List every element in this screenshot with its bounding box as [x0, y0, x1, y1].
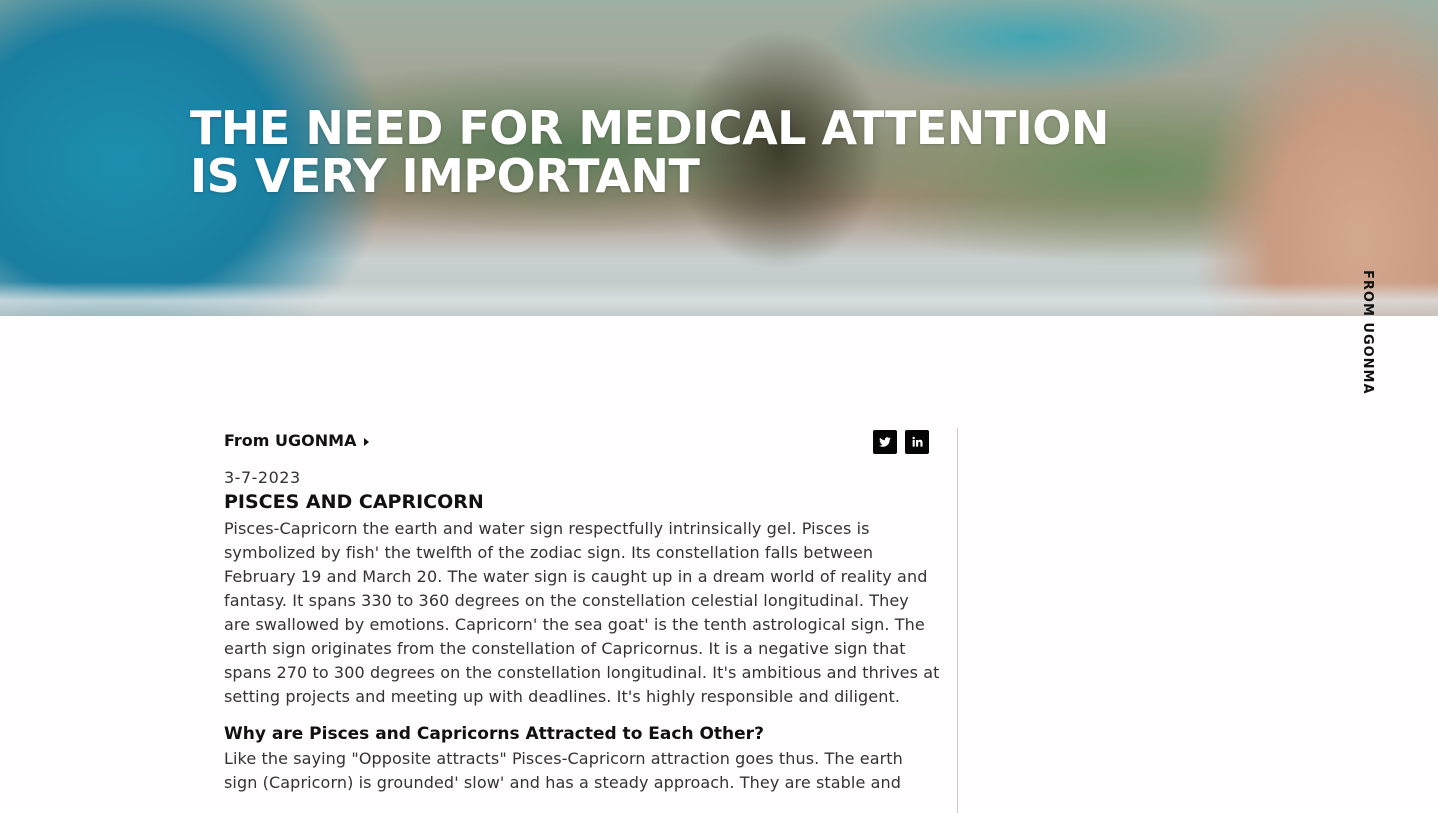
author-row: From UGONMA — [224, 430, 936, 454]
author-link[interactable]: From UGONMA — [224, 430, 370, 452]
linkedin-share-button[interactable] — [905, 430, 929, 454]
article: From UGONMA 3-7-2023 PISCES AND CAPRICOR… — [224, 428, 939, 795]
article-heading: PISCES AND CAPRICORN — [224, 491, 484, 513]
side-author-label: FROM UGONMA — [1360, 270, 1375, 395]
hero-banner: THE NEED FOR MEDICAL ATTENTION IS VERY I… — [0, 0, 1438, 316]
twitter-share-button[interactable] — [873, 430, 897, 454]
page-title-line-1: THE NEED FOR MEDICAL ATTENTION — [190, 101, 1109, 155]
article-subheading: Why are Pisces and Capricorns Attracted … — [224, 724, 764, 744]
content-divider — [957, 428, 958, 813]
twitter-icon — [879, 437, 891, 447]
article-paragraph-2: Like the saying "Opposite attracts" Pisc… — [224, 749, 903, 792]
article-paragraph-1: Pisces-Capricorn the earth and water sig… — [224, 519, 940, 706]
page-title: THE NEED FOR MEDICAL ATTENTION IS VERY I… — [190, 104, 1109, 200]
page-title-line-2: IS VERY IMPORTANT — [190, 149, 700, 203]
author-link-label: From UGONMA — [224, 431, 357, 450]
caret-right-icon — [364, 437, 370, 446]
post-date: 3-7-2023 — [224, 468, 301, 487]
linkedin-icon — [912, 436, 923, 447]
